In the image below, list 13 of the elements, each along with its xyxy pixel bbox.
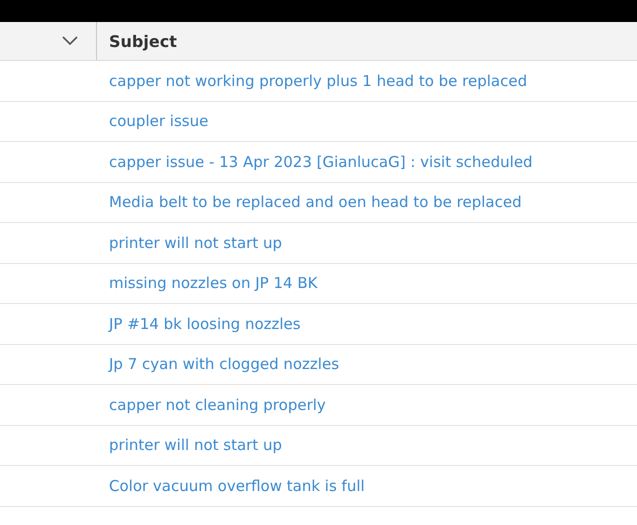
subject-link[interactable]: Jp 7 cyan with clogged nozzles — [109, 355, 340, 374]
subject-link[interactable]: missing nozzles on JP 14 BK — [109, 274, 318, 292]
subject-link[interactable]: capper not working properly plus 1 head to be replaced — [109, 72, 528, 90]
subject-link[interactable]: JP #14 bk loosing nozzles — [109, 314, 301, 333]
subject-link[interactable]: capper issue - 13 Apr 2023 [GianlucaG] : visit scheduled — [109, 152, 533, 171]
subject-link[interactable]: capper not cleaning properly — [109, 396, 326, 414]
subject-link[interactable]: coupler issue — [109, 112, 208, 130]
chevron-down-icon[interactable] — [62, 36, 78, 46]
subject-link[interactable]: Color vacuum overflow tank is full — [109, 476, 365, 495]
subject-link[interactable]: Media belt to be replaced and oen head to be replaced — [109, 193, 522, 212]
column-header[interactable]: Subject — [97, 32, 177, 50]
subject-link[interactable]: printer will not start up — [109, 436, 282, 454]
subject-link[interactable]: printer will not start up — [109, 234, 282, 252]
